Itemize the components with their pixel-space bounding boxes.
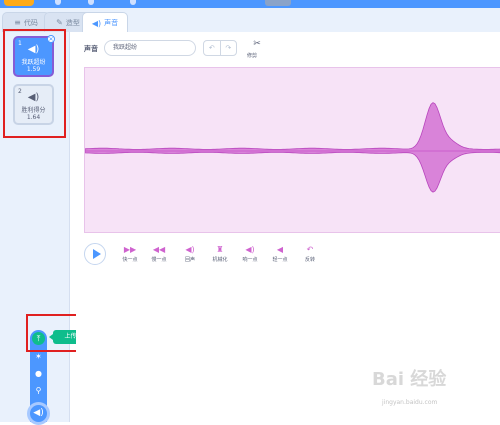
play-button[interactable]	[84, 243, 106, 265]
highlight-box	[3, 29, 66, 138]
effect-label: 慢一点	[151, 257, 167, 263]
search-icon[interactable]: ⚲	[32, 384, 45, 397]
trim-label: 修剪	[247, 53, 258, 59]
rewind-icon: ◀◀	[152, 245, 166, 254]
effect-echo[interactable]: ◀) 回声	[176, 245, 204, 263]
reverse-icon: ↶	[306, 245, 314, 254]
menu-item[interactable]	[88, 0, 94, 5]
menu-bar	[0, 0, 500, 8]
fast-forward-icon: ▶▶	[123, 245, 137, 254]
code-icon: ≡	[14, 18, 21, 27]
waveform	[84, 102, 500, 193]
effect-robot[interactable]: ♜ 机械化	[206, 245, 234, 263]
redo-icon[interactable]: ↷	[221, 41, 237, 55]
robot-icon: ♜	[216, 245, 224, 254]
share-button[interactable]	[265, 0, 291, 6]
scratch-logo[interactable]	[4, 0, 34, 6]
undo-redo-group: ↶ ↷	[203, 40, 237, 56]
effect-slower[interactable]: ◀◀ 慢一点	[145, 245, 173, 263]
effect-louder[interactable]: ◀) 响一点	[236, 245, 264, 263]
louder-icon: ◀)	[245, 245, 255, 254]
undo-icon[interactable]: ↶	[204, 41, 221, 55]
scissors-icon[interactable]: ✂	[250, 39, 264, 49]
effect-label: 回声	[184, 257, 195, 263]
waveform-path	[84, 102, 500, 193]
echo-icon: ◀)	[185, 245, 195, 254]
tab-label: 声音	[104, 19, 119, 27]
effect-faster[interactable]: ▶▶ 快一点	[116, 245, 144, 263]
waveform-canvas[interactable]	[84, 67, 500, 233]
effect-label: 响一点	[242, 257, 258, 263]
effect-label: 轻一点	[272, 257, 288, 263]
effect-label: 机械化	[212, 257, 228, 263]
watermark-logo: Bai 经验	[372, 369, 447, 390]
editor-tabs: ≡ 代码 ✎ 造型 ◀) 声音	[0, 8, 500, 33]
menu-item[interactable]	[130, 0, 136, 5]
sound-name-input[interactable]: 我跃超纷	[104, 40, 196, 56]
sound-editor: 声音 我跃超纷 ↶ ↷ ✂ 修剪 ▶▶ 快一点 ◀◀ 慢一点 ◀) 回声 ♜ 机…	[76, 32, 500, 422]
tab-sounds[interactable]: ◀) 声音	[82, 12, 128, 33]
tab-label: 造型	[65, 18, 80, 27]
effect-reverse[interactable]: ↶ 反转	[296, 245, 324, 263]
watermark-url: jingyan.baidu.com	[382, 399, 438, 406]
softer-icon: ◀	[276, 245, 284, 254]
tab-label: 代码	[23, 18, 38, 27]
effect-label: 快一点	[122, 257, 138, 263]
menu-item[interactable]	[55, 0, 61, 5]
sound-name-label: 声音	[84, 45, 98, 53]
effect-label: 反转	[304, 257, 315, 263]
record-icon[interactable]: ●	[32, 367, 45, 380]
brush-icon: ✎	[56, 18, 63, 27]
speaker-icon: ◀)	[91, 18, 102, 28]
effect-softer[interactable]: ◀ 轻一点	[266, 245, 294, 263]
